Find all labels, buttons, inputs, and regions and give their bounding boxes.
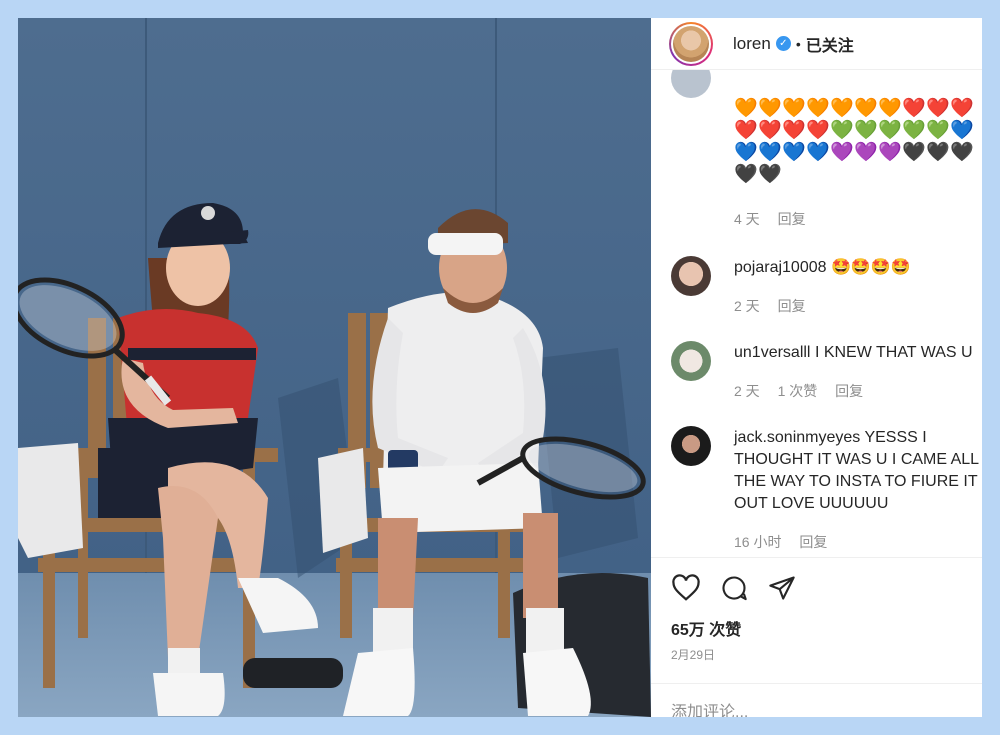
action-icons [671, 574, 797, 602]
heart-emoji: 💚 [878, 120, 902, 141]
heart-emoji: 🖤 [758, 164, 782, 185]
heart-emoji: 💚 [854, 120, 878, 141]
post-side-panel: loren ✓ • 已关注 🧡🧡🧡🧡🧡🧡🧡❤️❤️❤️❤️❤️❤️❤️💚💚💚💚💚… [651, 18, 982, 717]
author-avatar-image [673, 25, 709, 62]
comment-meta: 2 天 回复 [734, 296, 820, 316]
commenter-avatar[interactable] [671, 256, 711, 296]
heart-emoji: ❤️ [806, 120, 830, 141]
heart-emoji: 🧡 [734, 98, 758, 119]
comment-text: 🤩🤩🤩🤩 [830, 259, 911, 276]
reply-button[interactable]: 回复 [778, 211, 806, 227]
heart-emoji: 🧡 [878, 98, 902, 119]
comment-time: 2 天 [734, 298, 760, 314]
heart-emoji: ❤️ [758, 120, 782, 141]
heart-emoji: 🖤 [950, 142, 974, 163]
heart-emoji: 🖤 [902, 142, 926, 163]
heart-emoji: 💜 [854, 142, 878, 163]
commenter-username[interactable]: pojaraj10008 [734, 259, 827, 276]
heart-emoji: ❤️ [782, 120, 806, 141]
heart-emoji: 💙 [758, 142, 782, 163]
heart-emoji: 💙 [734, 142, 758, 163]
commenter-avatar[interactable] [671, 426, 711, 466]
follow-status-button[interactable]: 已关注 [806, 32, 854, 56]
post-date: 2月29日 [671, 648, 716, 662]
reply-button[interactable]: 回复 [778, 298, 806, 314]
like-count[interactable]: 65万 次赞 [671, 616, 741, 640]
heart-icon[interactable] [671, 574, 701, 602]
heart-emoji: ❤️ [950, 98, 974, 119]
comment-text: I KNEW THAT WAS U [814, 344, 973, 361]
verified-badge-icon: ✓ [775, 36, 791, 51]
author-avatar[interactable] [669, 21, 713, 66]
photo-illustration [18, 18, 651, 717]
heart-emoji-comment: 🧡🧡🧡🧡🧡🧡🧡❤️❤️❤️❤️❤️❤️❤️💚💚💚💚💚💙💙💙💙💙💜💜💜🖤🖤🖤🖤🖤 [734, 98, 974, 186]
author-avatar-border [671, 23, 711, 64]
heart-emoji: 🧡 [758, 98, 782, 119]
heart-emoji: 🖤 [734, 164, 758, 185]
heart-emoji: ❤️ [926, 98, 950, 119]
heart-emoji: 💜 [878, 142, 902, 163]
comment-body: pojaraj10008 🤩🤩🤩🤩 [734, 257, 982, 279]
post-actions: 65万 次赞 2月29日 添加评论... [651, 557, 982, 717]
comment-list[interactable]: 🧡🧡🧡🧡🧡🧡🧡❤️❤️❤️❤️❤️❤️❤️💚💚💚💚💚💙💙💙💙💙💜💜💜🖤🖤🖤🖤🖤 … [651, 58, 982, 557]
heart-emoji: 💙 [950, 120, 974, 141]
heart-emoji: 💙 [782, 142, 806, 163]
heart-emoji: 🖤 [926, 142, 950, 163]
heart-emoji: 💙 [806, 142, 830, 163]
comment-meta: 2 天 1 次赞 回复 [734, 381, 877, 401]
commenter-avatar[interactable] [671, 341, 711, 381]
comment-meta: 16 小时 回复 [734, 532, 841, 552]
heart-emoji: 💚 [830, 120, 854, 141]
comment-likes[interactable]: 1 次赞 [778, 383, 818, 399]
heart-emoji: 💜 [830, 142, 854, 163]
comment-meta: 4 天 回复 [734, 209, 820, 229]
heart-emoji: 💚 [926, 120, 950, 141]
post-frame: loren ✓ • 已关注 🧡🧡🧡🧡🧡🧡🧡❤️❤️❤️❤️❤️❤️❤️💚💚💚💚💚… [18, 18, 982, 717]
add-comment-input[interactable]: 添加评论... [651, 683, 982, 717]
post-header: loren ✓ • 已关注 [651, 18, 982, 70]
post-photo[interactable] [18, 18, 651, 717]
comment-time: 2 天 [734, 383, 760, 399]
comment-body: jack.soninmyeyes YESSS I THOUGHT IT WAS … [734, 427, 982, 515]
heart-emoji: ❤️ [734, 120, 758, 141]
heart-emoji: 🧡 [830, 98, 854, 119]
heart-emoji: 🧡 [806, 98, 830, 119]
heart-emoji: ❤️ [902, 98, 926, 119]
header-separator: • [795, 35, 801, 52]
comment-body: un1versalll I KNEW THAT WAS U [734, 342, 982, 364]
heart-emoji: 💚 [902, 120, 926, 141]
heart-emoji: 🧡 [782, 98, 806, 119]
comment-icon[interactable] [719, 574, 749, 602]
comment-time: 16 小时 [734, 534, 782, 550]
reply-button[interactable]: 回复 [799, 534, 827, 550]
comment-time: 4 天 [734, 211, 760, 227]
author-username[interactable]: loren [733, 34, 771, 54]
share-icon[interactable] [767, 574, 797, 602]
commenter-username[interactable]: jack.soninmyeyes [734, 429, 860, 446]
reply-button[interactable]: 回复 [835, 383, 863, 399]
commenter-username[interactable]: un1versalll [734, 344, 810, 361]
heart-emoji: 🧡 [854, 98, 878, 119]
